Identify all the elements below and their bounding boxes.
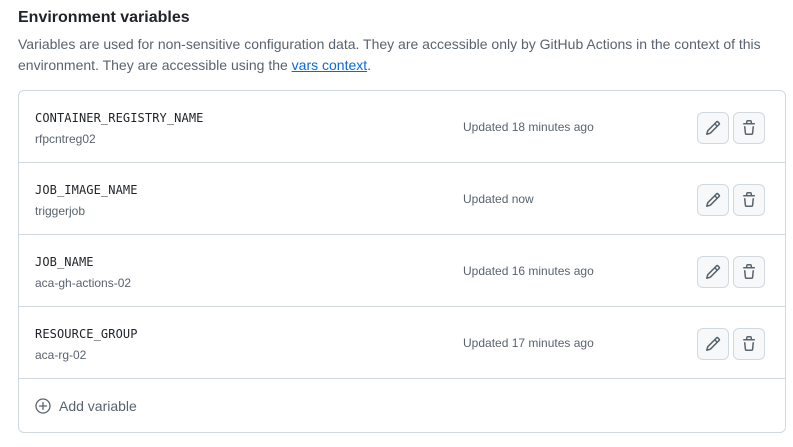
variables-list: CONTAINER_REGISTRY_NAME rfpcntreg02 Upda… xyxy=(18,90,786,433)
variable-updated-time: Updated 16 minutes ago xyxy=(463,264,594,278)
variable-updated-time: Updated 18 minutes ago xyxy=(463,120,594,134)
section-description: Variables are used for non-sensitive con… xyxy=(18,34,778,76)
variable-value: aca-rg-02 xyxy=(35,348,87,362)
plus-circle-icon xyxy=(35,398,51,414)
description-period: . xyxy=(367,57,372,73)
pencil-icon xyxy=(705,336,721,352)
vars-context-link[interactable]: vars context xyxy=(292,57,367,73)
add-variable-label: Add variable xyxy=(59,398,137,414)
variable-name: JOB_IMAGE_NAME xyxy=(35,183,138,197)
section-title: Environment variables xyxy=(18,9,190,26)
edit-variable-button[interactable] xyxy=(697,184,729,216)
variable-updated-time: Updated 17 minutes ago xyxy=(463,336,594,350)
variable-value: aca-gh-actions-02 xyxy=(35,276,132,290)
variable-row: CONTAINER_REGISTRY_NAME rfpcntreg02 Upda… xyxy=(19,91,785,163)
variable-updated-time: Updated now xyxy=(463,192,534,206)
pencil-icon xyxy=(705,120,721,136)
add-variable-button[interactable]: Add variable xyxy=(19,379,785,432)
delete-variable-button[interactable] xyxy=(733,184,765,216)
variable-row: RESOURCE_GROUP aca-rg-02 Updated 17 minu… xyxy=(19,307,785,379)
variable-name: CONTAINER_REGISTRY_NAME xyxy=(35,111,204,125)
trash-icon xyxy=(743,120,755,135)
delete-variable-button[interactable] xyxy=(733,328,765,360)
trash-icon xyxy=(743,264,755,279)
variable-name: JOB_NAME xyxy=(35,255,94,269)
edit-variable-button[interactable] xyxy=(697,256,729,288)
variable-value: rfpcntreg02 xyxy=(35,132,96,146)
delete-variable-button[interactable] xyxy=(733,112,765,144)
description-text: Variables are used for non-sensitive con… xyxy=(18,36,761,73)
edit-variable-button[interactable] xyxy=(697,112,729,144)
variable-row: JOB_IMAGE_NAME triggerjob Updated now xyxy=(19,163,785,235)
variable-name: RESOURCE_GROUP xyxy=(35,327,138,341)
edit-variable-button[interactable] xyxy=(697,328,729,360)
variable-value: triggerjob xyxy=(35,204,86,218)
environment-variables-page: Environment variables Variables are used… xyxy=(0,0,793,447)
delete-variable-button[interactable] xyxy=(733,256,765,288)
trash-icon xyxy=(743,336,755,351)
pencil-icon xyxy=(705,264,721,280)
trash-icon xyxy=(743,192,755,207)
pencil-icon xyxy=(705,192,721,208)
variable-row: JOB_NAME aca-gh-actions-02 Updated 16 mi… xyxy=(19,235,785,307)
